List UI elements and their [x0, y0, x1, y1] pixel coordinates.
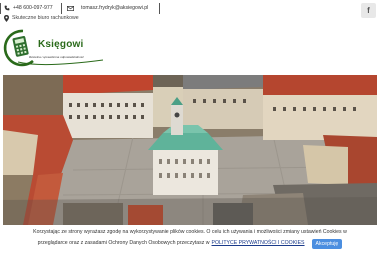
email-contact[interactable]: tomasz.frydryk@aksiegowi.pl — [67, 3, 148, 13]
town-square-aerial-image — [3, 75, 377, 225]
privacy-policy-link[interactable]: POLITYCE PRYWATNOŚCI I COOKIES — [212, 238, 305, 249]
phone-number[interactable]: +48 600-097-977 — [13, 5, 53, 11]
tagline: Skuteczne biuro rachunkowe — [4, 14, 79, 22]
cookie-text-line1: Korzystając ze strony wyrażasz zgodę na … — [33, 229, 347, 235]
facebook-icon: f — [367, 6, 370, 15]
logo-subtitle: Rzetelna i sprawdzona odpowiedzialność — [29, 55, 84, 59]
divider — [0, 3, 1, 14]
tagline-text: Skuteczne biuro rachunkowe — [12, 15, 79, 21]
page: +48 600-097-977 tomasz.frydryk@aksiegowi… — [0, 0, 380, 253]
hero-image — [3, 75, 377, 225]
logo-name: Księgowi — [38, 39, 84, 50]
envelope-icon — [67, 5, 74, 11]
email-address[interactable]: tomasz.frydryk@aksiegowi.pl — [81, 5, 148, 11]
facebook-button[interactable]: f — [361, 3, 376, 18]
map-pin-icon — [4, 14, 9, 22]
cookie-text-prefix: przeglądarce oraz z zasadami Ochrony Dan… — [37, 240, 210, 246]
phone-contact[interactable]: +48 600-097-977 — [4, 3, 53, 13]
cookie-text-line2: przeglądarce oraz z zasadami Ochrony Dan… — [0, 238, 380, 249]
divider — [61, 3, 62, 14]
site-logo[interactable]: Księgowi Rzetelna i sprawdzona odpowiedz… — [3, 28, 107, 68]
divider — [159, 3, 160, 14]
cookie-banner: Korzystając ze strony wyrażasz zgodę na … — [0, 225, 380, 253]
accept-cookies-button[interactable]: Akceptuję — [311, 238, 343, 249]
phone-icon — [4, 5, 10, 11]
